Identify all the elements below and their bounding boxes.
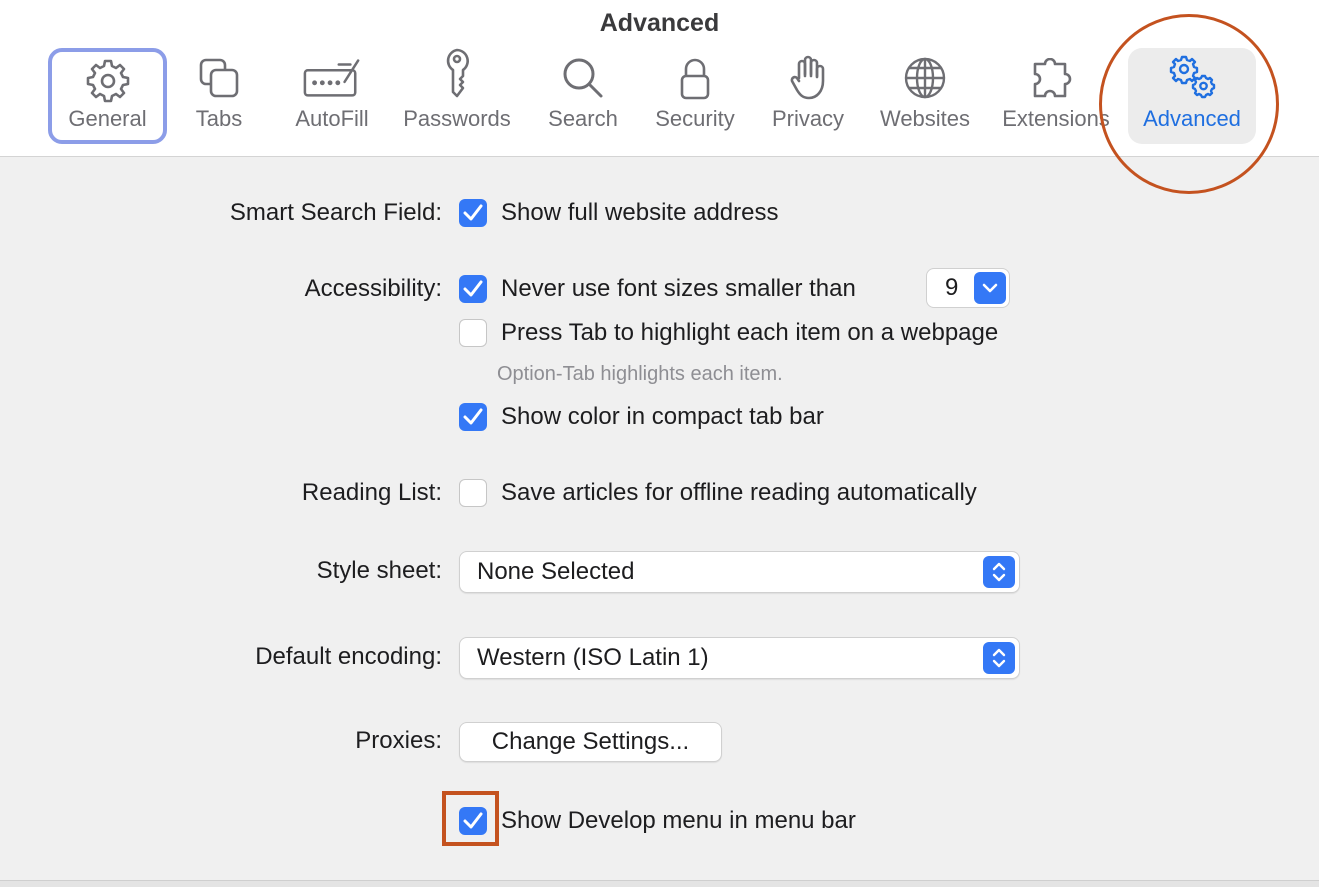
min-font-size-dropdown-button[interactable] bbox=[974, 272, 1006, 304]
up-down-chevron-icon bbox=[992, 648, 1006, 668]
puzzle-icon bbox=[1026, 48, 1086, 100]
tab-general[interactable]: General bbox=[48, 48, 167, 144]
default-encoding-value: Western (ISO Latin 1) bbox=[477, 644, 709, 671]
default-encoding-select[interactable]: Western (ISO Latin 1) bbox=[459, 637, 1020, 679]
tab-search[interactable]: Search bbox=[543, 48, 623, 144]
checkmark-icon bbox=[463, 204, 483, 221]
min-font-size-select[interactable]: 9 bbox=[926, 268, 1010, 308]
tab-search-label: Search bbox=[548, 106, 618, 131]
window-title: Advanced bbox=[599, 9, 720, 37]
up-down-chevron-icon bbox=[992, 562, 1006, 582]
press-tab-text: Press Tab to highlight each item on a we… bbox=[501, 319, 999, 346]
chevron-down-icon bbox=[982, 283, 998, 293]
style-sheet-label: Style sheet: bbox=[316, 557, 442, 584]
checkmark-icon bbox=[463, 280, 483, 297]
checkmark-icon bbox=[463, 812, 483, 829]
tab-general-label: General bbox=[68, 106, 147, 131]
gears-icon bbox=[1162, 48, 1222, 100]
accessibility-label: Accessibility: bbox=[304, 275, 442, 302]
style-sheet-value: None Selected bbox=[477, 558, 635, 585]
style-sheet-select[interactable]: None Selected bbox=[459, 551, 1020, 593]
tab-extensions-label: Extensions bbox=[1002, 106, 1110, 131]
offline-reading-text: Save articles for offline reading automa… bbox=[501, 479, 977, 506]
proxies-label: Proxies: bbox=[355, 727, 442, 754]
tab-advanced[interactable]: Advanced bbox=[1128, 48, 1256, 144]
style-sheet-popup-arrows bbox=[983, 556, 1015, 588]
preferences-toolbar: Advanced General Tabs AutoFill Passwords… bbox=[0, 0, 1319, 194]
develop-menu-text: Show Develop menu in menu bar bbox=[501, 807, 856, 834]
lock-icon bbox=[665, 48, 725, 100]
globe-icon bbox=[895, 48, 955, 100]
tab-tabs-label: Tabs bbox=[195, 106, 243, 131]
smart-search-label: Smart Search Field: bbox=[229, 199, 442, 226]
tab-advanced-label: Advanced bbox=[1143, 106, 1241, 131]
gear-icon bbox=[78, 52, 138, 104]
hand-icon bbox=[778, 48, 838, 100]
tab-passwords-label: Passwords bbox=[403, 106, 511, 131]
tab-passwords[interactable]: Passwords bbox=[397, 48, 517, 144]
tab-extensions[interactable]: Extensions bbox=[998, 48, 1114, 144]
press-tab-hint: Option-Tab highlights each item. bbox=[497, 363, 783, 385]
tab-security[interactable]: Security bbox=[648, 48, 742, 144]
compact-tab-color-checkbox[interactable] bbox=[459, 403, 487, 431]
min-font-size-value: 9 bbox=[945, 274, 959, 301]
tab-security-label: Security bbox=[655, 106, 735, 131]
reading-list-label: Reading List: bbox=[301, 479, 442, 506]
show-full-address-text: Show full website address bbox=[501, 199, 779, 226]
key-icon bbox=[427, 48, 487, 100]
tab-websites-label: Websites bbox=[879, 106, 971, 131]
min-font-size-checkbox[interactable] bbox=[459, 275, 487, 303]
search-icon bbox=[553, 48, 613, 100]
tab-tabs[interactable]: Tabs bbox=[186, 48, 252, 144]
min-font-size-text: Never use font sizes smaller than bbox=[501, 275, 856, 302]
default-encoding-popup-arrows bbox=[983, 642, 1015, 674]
tab-websites[interactable]: Websites bbox=[875, 48, 975, 144]
tab-autofill-label: AutoFill bbox=[295, 106, 369, 131]
change-settings-button[interactable]: Change Settings... bbox=[459, 722, 722, 762]
show-full-address-checkbox[interactable] bbox=[459, 199, 487, 227]
tab-autofill[interactable]: AutoFill bbox=[287, 48, 377, 144]
tabs-icon bbox=[189, 48, 249, 100]
checkmark-icon bbox=[463, 408, 483, 425]
offline-reading-checkbox[interactable] bbox=[459, 479, 487, 507]
autofill-icon bbox=[302, 48, 362, 100]
tab-privacy[interactable]: Privacy bbox=[765, 48, 851, 144]
tab-privacy-label: Privacy bbox=[771, 106, 845, 131]
press-tab-checkbox[interactable] bbox=[459, 319, 487, 347]
develop-menu-checkbox[interactable] bbox=[459, 807, 487, 835]
default-encoding-label: Default encoding: bbox=[255, 643, 442, 670]
compact-tab-color-text: Show color in compact tab bar bbox=[501, 403, 824, 430]
